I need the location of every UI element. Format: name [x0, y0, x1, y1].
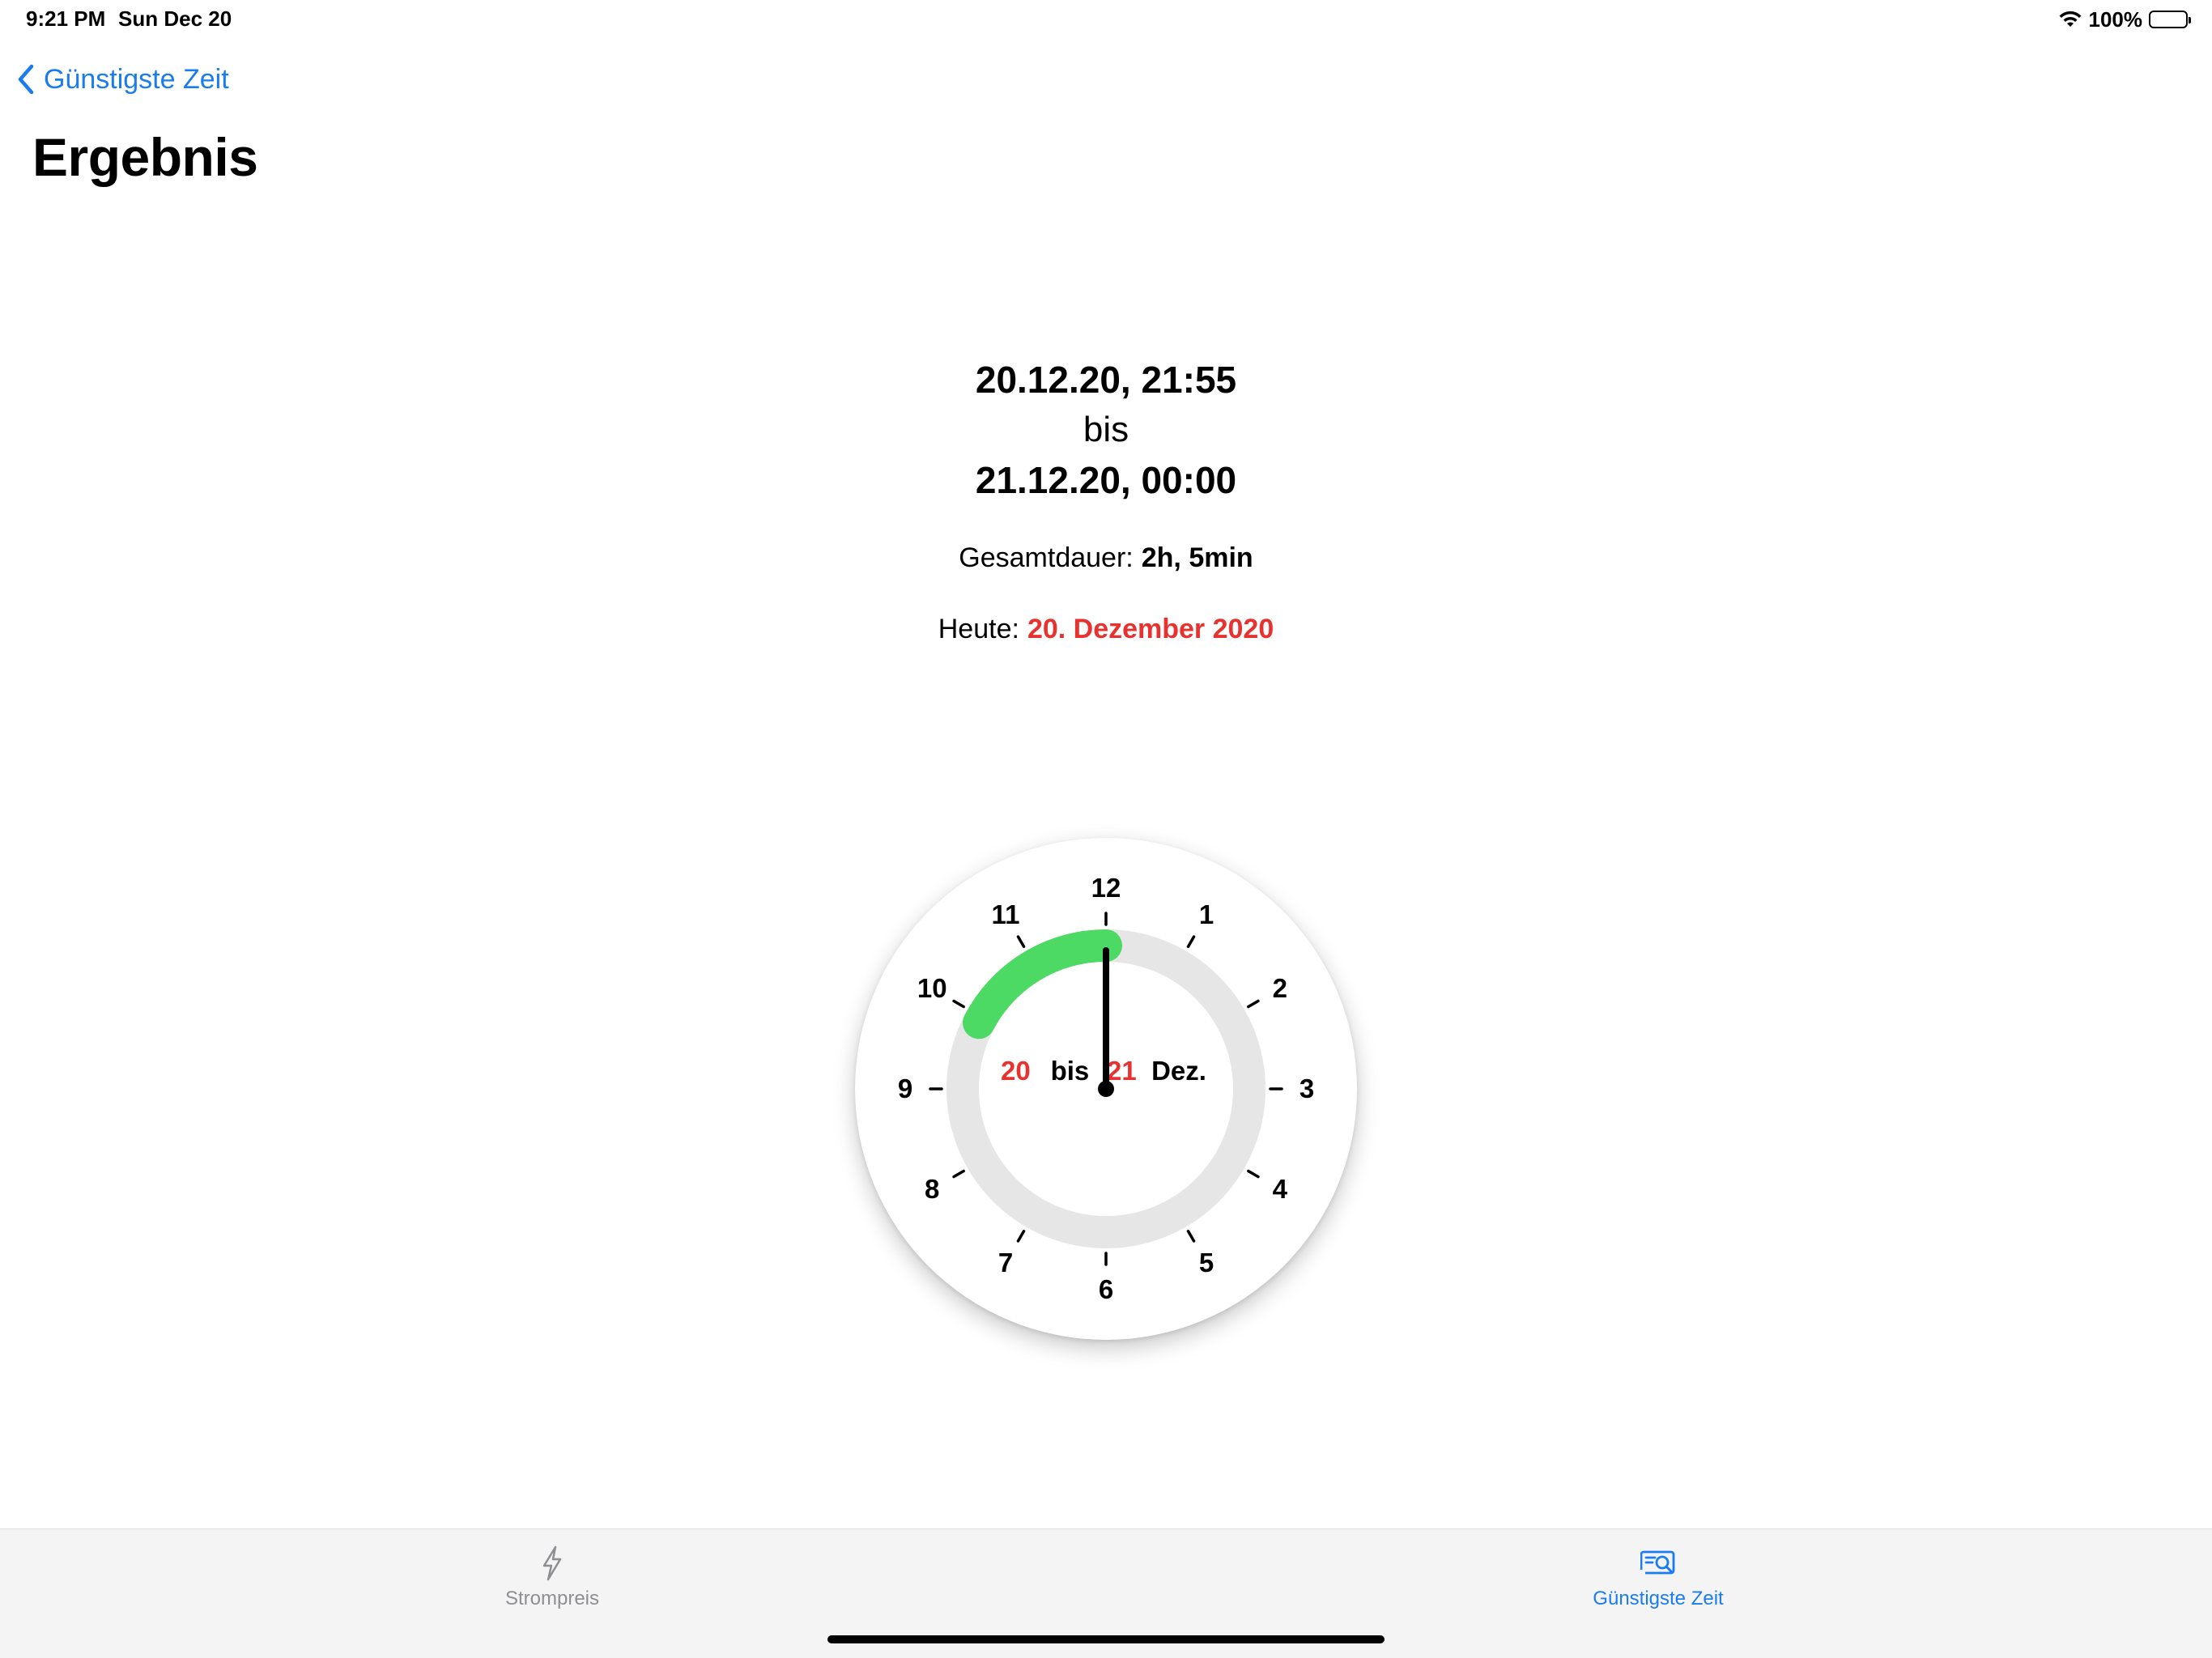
clock-number-7: 7 — [998, 1248, 1013, 1278]
clock-number-9: 9 — [898, 1073, 912, 1103]
clock-number-12: 12 — [1091, 873, 1121, 903]
battery-icon — [2149, 11, 2191, 28]
chevron-left-icon — [16, 63, 36, 96]
clock-tick — [1247, 999, 1260, 1009]
duration-value: 2h, 5min — [1141, 542, 1253, 573]
page-title: Ergebnis — [32, 127, 258, 187]
clock-tick — [1016, 935, 1026, 948]
duration-label: Gesamtdauer: — [959, 542, 1134, 573]
range-start: 20.12.20, 21:55 — [975, 359, 1237, 401]
clock-number-5: 5 — [1199, 1248, 1214, 1278]
clock-number-3: 3 — [1300, 1073, 1314, 1103]
today-value: 20. Dezember 2020 — [1027, 614, 1274, 644]
app-screen: 9:21 PM Sun Dec 20 100% Günstigste Zeit … — [0, 0, 2212, 1658]
tab-guenstigste-zeit-label: Günstigste Zeit — [1593, 1588, 1724, 1609]
clock-tick — [1186, 1230, 1196, 1243]
clock-tick — [952, 1169, 965, 1179]
back-button-label: Günstigste Zeit — [44, 63, 229, 95]
clock-month: Dez. — [1151, 1056, 1206, 1086]
clock: 12 1 2 3 4 5 6 7 8 9 10 11 20 bis 21 Dez. — [855, 838, 1357, 1340]
clock-number-8: 8 — [925, 1174, 939, 1204]
back-button[interactable]: Günstigste Zeit — [16, 60, 229, 99]
status-date: Sun Dec 20 — [118, 6, 232, 31]
status-bar: 9:21 PM Sun Dec 20 100% — [0, 0, 2212, 39]
clock-tick — [1186, 935, 1196, 948]
duration-row: Gesamtdauer: 2h, 5min — [0, 542, 2212, 574]
bolt-icon — [431, 1544, 674, 1583]
clock-start-day: 20 — [1001, 1056, 1031, 1086]
wifi-icon — [2058, 10, 2082, 29]
today-row: Heute: 20. Dezember 2020 — [0, 614, 2212, 645]
tab-strompreis[interactable]: Strompreis — [431, 1544, 674, 1610]
result-range: 20.12.20, 21:55 bis 21.12.20, 00:00 — [0, 355, 2212, 505]
clock-end-day: 21 — [1107, 1056, 1137, 1086]
tab-strompreis-label: Strompreis — [504, 1588, 600, 1609]
clock-number-10: 10 — [917, 973, 947, 1003]
range-end: 21.12.20, 00:00 — [975, 459, 1237, 501]
tab-guenstigste-zeit[interactable]: Günstigste Zeit — [1537, 1544, 1780, 1610]
range-separator: bis — [1083, 410, 1129, 449]
status-time: 9:21 PM — [26, 6, 106, 31]
clock-center-separator: bis — [1051, 1056, 1090, 1086]
clock-highlight-arc — [963, 929, 1122, 1039]
today-label: Heute: — [938, 614, 1019, 644]
clock-tick — [1247, 1169, 1260, 1179]
battery-percentage: 100% — [2088, 6, 2143, 32]
clock-tick — [952, 999, 965, 1009]
status-indicators: 100% — [2058, 5, 2191, 34]
clock-number-11: 11 — [992, 899, 1020, 929]
home-indicator — [827, 1635, 1385, 1643]
clock-number-4: 4 — [1273, 1174, 1288, 1204]
search-document-icon — [1537, 1544, 1780, 1583]
clock-face: 121234567891011 20 bis 21 Dez. — [898, 873, 1314, 1304]
clock-tick — [1016, 1230, 1026, 1243]
clock-number-6: 6 — [1099, 1274, 1113, 1304]
clock-number-1: 1 — [1199, 899, 1214, 929]
clock-number-2: 2 — [1273, 973, 1287, 1003]
clock-pivot — [1098, 1081, 1114, 1097]
